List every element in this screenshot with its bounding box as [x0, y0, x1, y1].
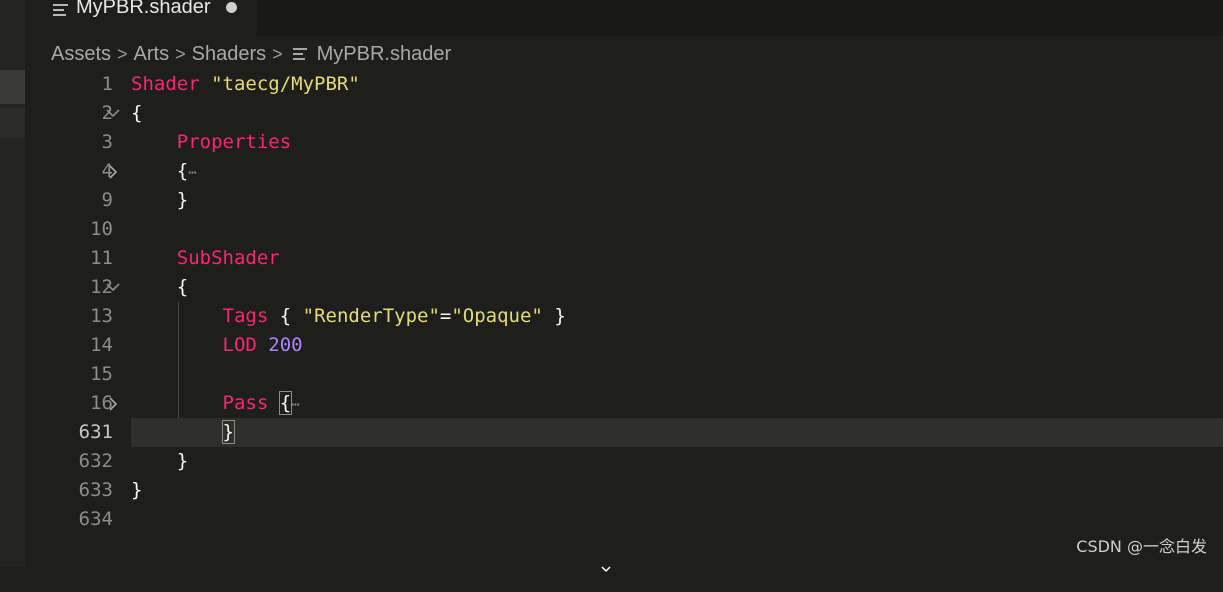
code-line[interactable]: 14 LOD 200: [25, 331, 1223, 360]
line-code: }: [176, 189, 189, 211]
breadcrumb-item-file[interactable]: MyPBR.shader: [317, 43, 452, 66]
code-line[interactable]: 3 Properties: [25, 128, 1223, 157]
breadcrumb-item-assets[interactable]: Assets: [51, 43, 111, 66]
line-code: {: [131, 102, 143, 124]
fold-expanded-chevron-icon[interactable]: [105, 273, 121, 302]
line-number: 3: [101, 131, 113, 153]
line-code: }: [221, 420, 236, 444]
chevron-right-icon: >: [175, 43, 186, 64]
code-editor[interactable]: 1 Shader "taecg/MyPBR" 2 { 3 Properties …: [25, 70, 1223, 567]
breadcrumb: Assets > Arts > Shaders > MyPBR.shader: [51, 40, 451, 68]
line-number: 9: [101, 189, 113, 211]
unsaved-dot-icon[interactable]: [226, 2, 237, 13]
breadcrumb-item-shaders[interactable]: Shaders: [192, 43, 267, 66]
line-code: LOD 200: [222, 334, 303, 356]
line-code: Shader "taecg/MyPBR": [131, 73, 360, 95]
chevron-right-icon: >: [117, 43, 128, 64]
code-line[interactable]: 633 }: [25, 476, 1223, 505]
activity-item[interactable]: [0, 70, 25, 104]
current-line-highlight: [131, 418, 1223, 447]
code-line[interactable]: 13 Tags { "RenderType"="Opaque" }: [25, 302, 1223, 331]
line-code: SubShader: [176, 247, 280, 269]
line-number: 10: [90, 218, 113, 240]
line-number: 13: [90, 305, 113, 327]
file-lines-icon: [292, 47, 307, 61]
mouse-cursor-icon: [600, 559, 612, 573]
code-line[interactable]: 12 {: [25, 273, 1223, 302]
code-line[interactable]: 15: [25, 360, 1223, 389]
fold-collapsed-chevron-icon[interactable]: [105, 157, 121, 186]
tab-title: MyPBR.shader: [76, 0, 211, 18]
code-line[interactable]: 1 Shader "taecg/MyPBR": [25, 70, 1223, 99]
line-number: 12: [90, 276, 113, 298]
line-number: 16: [90, 392, 113, 414]
code-line[interactable]: 9 }: [25, 186, 1223, 215]
line-code: Pass {⋯: [222, 391, 300, 415]
line-number: 1: [101, 73, 113, 95]
code-line[interactable]: 2 {: [25, 99, 1223, 128]
line-code: }: [176, 450, 189, 472]
watermark-text: CSDN @一念白发: [1076, 537, 1207, 556]
code-line[interactable]: 634: [25, 505, 1223, 534]
left-activity-strip: [0, 0, 25, 567]
activity-item[interactable]: [0, 108, 25, 138]
fold-expanded-chevron-icon[interactable]: [105, 99, 121, 128]
line-number: 2: [101, 102, 113, 124]
code-line[interactable]: 11 SubShader: [25, 244, 1223, 273]
chevron-right-icon: >: [272, 43, 283, 64]
line-code: Properties: [176, 131, 292, 153]
fold-collapsed-chevron-icon[interactable]: [105, 389, 121, 418]
code-line-current[interactable]: 631 }: [25, 418, 1223, 447]
code-line[interactable]: 632 }: [25, 447, 1223, 476]
line-number: 4: [101, 160, 113, 182]
line-number: 631: [78, 421, 113, 443]
line-code: Tags { "RenderType"="Opaque" }: [222, 305, 566, 327]
line-number: 11: [90, 247, 113, 269]
line-number: 633: [78, 479, 113, 501]
line-number: 634: [78, 508, 113, 530]
breadcrumb-item-arts[interactable]: Arts: [134, 43, 170, 66]
editor-tab[interactable]: MyPBR.shader: [25, 0, 257, 36]
line-code: {: [176, 276, 189, 298]
file-lines-icon: [53, 4, 68, 18]
code-line[interactable]: 4 {⋯: [25, 157, 1223, 186]
line-number: 632: [78, 450, 113, 472]
line-number: 14: [90, 334, 113, 356]
code-line[interactable]: 16 Pass {⋯: [25, 389, 1223, 418]
line-number: 15: [90, 363, 113, 385]
line-code: }: [131, 479, 143, 501]
line-code: {⋯: [176, 160, 197, 182]
code-line[interactable]: 10: [25, 215, 1223, 244]
